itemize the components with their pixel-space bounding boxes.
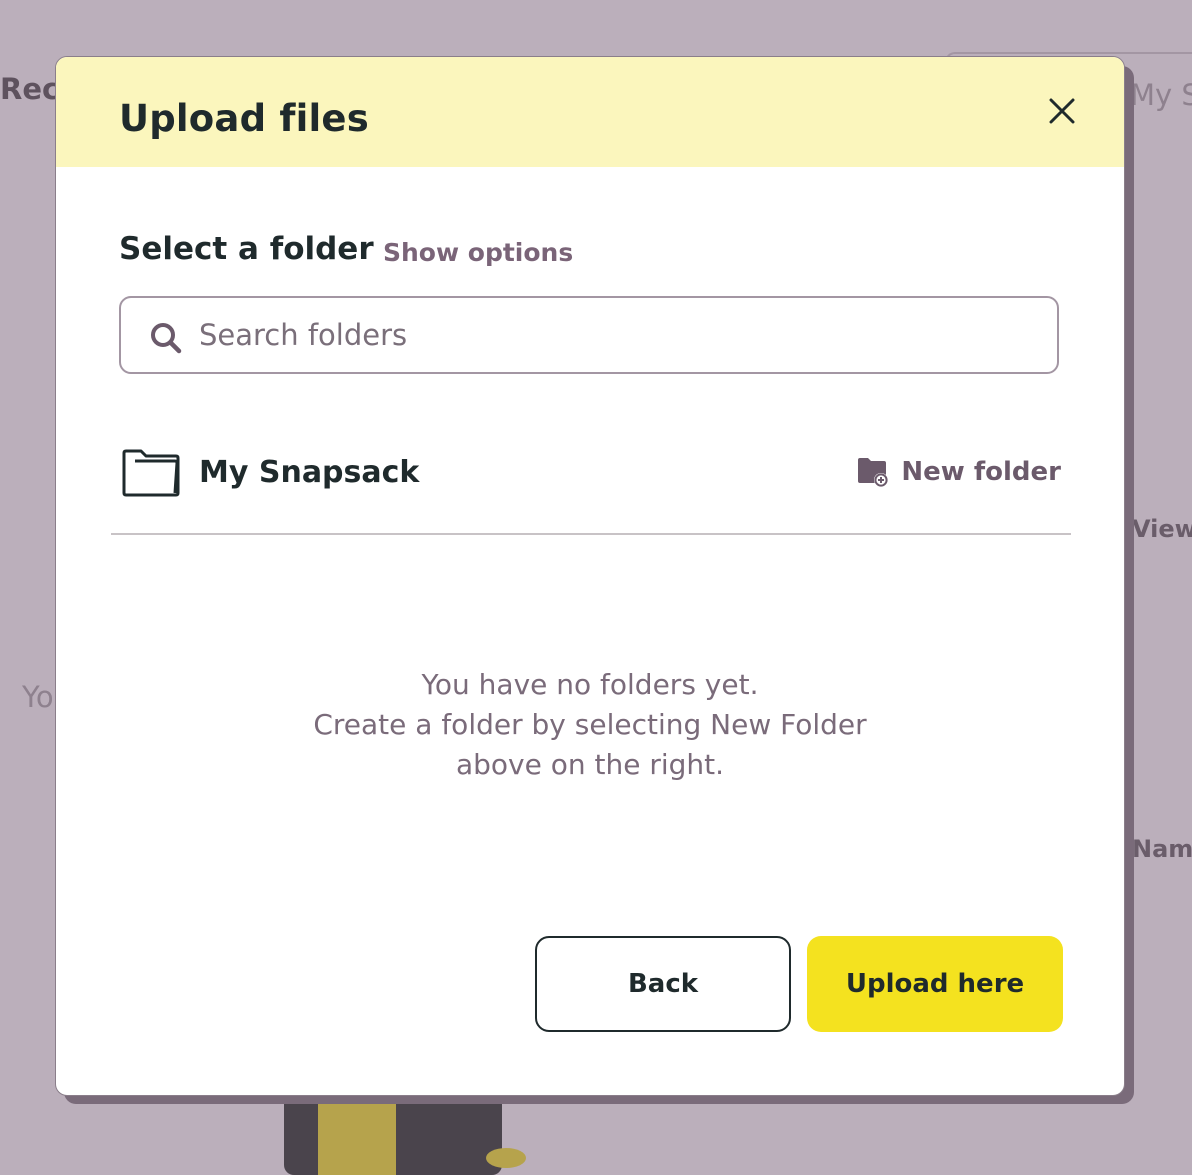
folder-list-header: My Snapsack New folder [111,435,1071,535]
empty-state-line: Create a folder by selecting New Folder [313,708,867,741]
background-illustration-accent [318,1095,396,1175]
name-label: Name [1132,835,1192,863]
dialog-header: Upload files [56,57,1124,167]
search-folders-input[interactable] [199,298,1039,372]
upload-files-dialog: Upload files Select a folder Show option… [55,56,1125,1096]
empty-state-message: You have no folders yet. Create a folder… [56,665,1124,785]
show-options-link[interactable]: Show options [383,238,573,267]
folder-plus-icon [858,458,889,487]
new-folder-button[interactable]: New folder [857,457,1061,487]
new-folder-label: New folder [901,457,1061,487]
back-button[interactable]: Back [535,936,791,1032]
view-label: View [1132,515,1192,543]
background-illustration-dot [486,1148,526,1168]
select-folder-heading: Select a folder [119,231,374,267]
search-box[interactable] [119,296,1059,374]
root-folder-name[interactable]: My Snapsack [199,455,419,490]
folder-icon [122,449,180,497]
close-button[interactable] [1042,91,1082,131]
background-empty-text: You [22,680,58,714]
dialog-title: Upload files [119,97,369,140]
close-icon [1049,98,1075,124]
search-icon [151,323,182,354]
background-tab-label: My Snapsack [1130,78,1192,112]
upload-here-button[interactable]: Upload here [807,936,1063,1032]
empty-state-line: above on the right. [455,748,725,781]
recent-heading: Recent [0,72,60,106]
empty-state-line: You have no folders yet. [421,668,759,701]
